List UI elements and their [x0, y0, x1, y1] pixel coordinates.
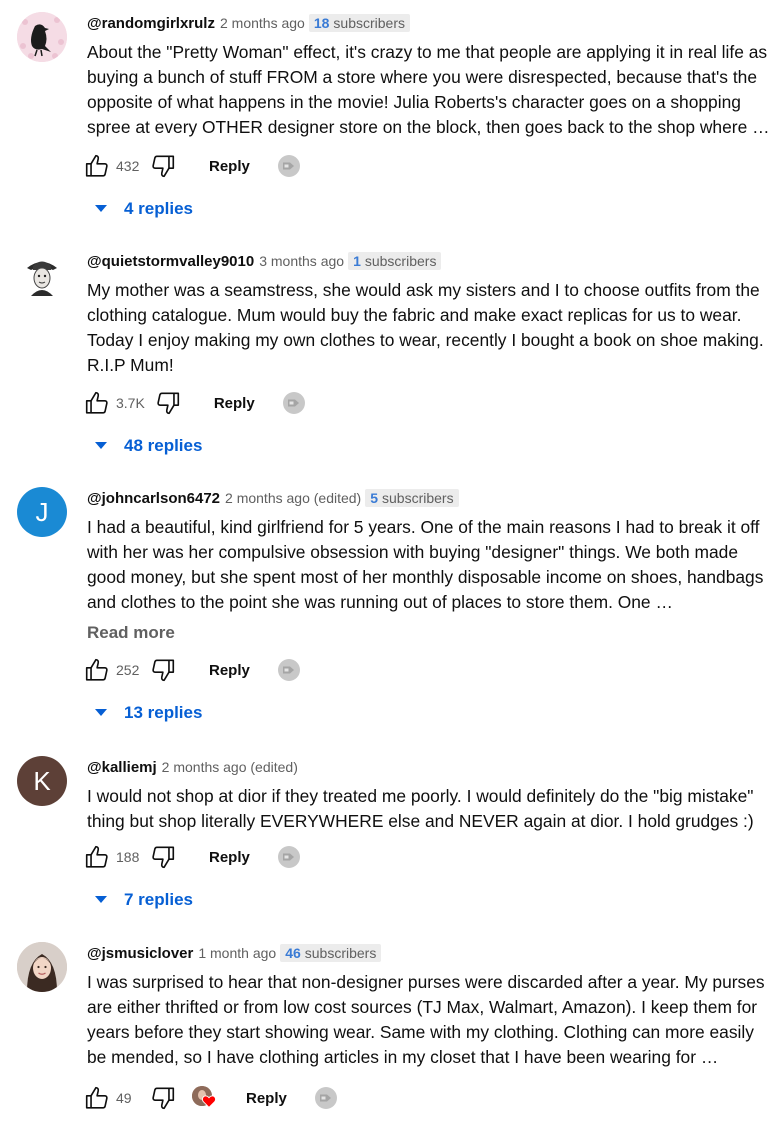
replies-label: 4 replies	[124, 199, 193, 218]
thumb-up-icon[interactable]	[84, 390, 110, 416]
comment-text: I would not shop at dior if they treated…	[87, 786, 754, 831]
avatar[interactable]	[17, 250, 67, 300]
comment-header: @randomgirlxrulz 2 months ago 18 subscrib…	[87, 12, 410, 34]
subscriber-badge: 18 subscribers	[308, 14, 410, 32]
subscriber-label: subscribers	[333, 15, 405, 31]
reply-button[interactable]: Reply	[214, 395, 255, 412]
creator-badge-icon[interactable]	[277, 154, 301, 178]
caret-down-icon	[95, 896, 107, 903]
crow-avatar-icon	[17, 12, 67, 62]
thumb-up-icon[interactable]	[84, 153, 110, 179]
thumb-down-icon[interactable]	[150, 1085, 176, 1111]
view-replies-button[interactable]: 4 replies	[94, 197, 193, 221]
creator-badge-icon[interactable]	[314, 1086, 338, 1110]
comment-text: I had a beautiful, kind girlfriend for 5…	[87, 517, 764, 612]
view-replies-button[interactable]: 7 replies	[94, 888, 193, 912]
creator-badge-icon[interactable]	[277, 845, 301, 869]
avatar[interactable]	[17, 942, 67, 992]
reply-button[interactable]: Reply	[209, 849, 250, 866]
heart-icon	[202, 1095, 216, 1108]
comment-time[interactable]: 3 months ago	[259, 253, 344, 269]
caret-down-icon	[95, 709, 107, 716]
caret-down-icon	[95, 205, 107, 212]
creator-heart-icon	[192, 1086, 218, 1110]
thumb-up-icon[interactable]	[84, 657, 110, 683]
comment-header: @johncarlson6472 2 months ago (edited) 5…	[87, 487, 459, 509]
subscriber-badge: 5 subscribers	[365, 489, 459, 507]
thumb-down-icon[interactable]	[150, 153, 176, 179]
subscriber-count: 1	[353, 253, 361, 269]
comment-text: My mother was a seamstress, she would as…	[87, 280, 764, 375]
comment-actions: 432 Reply	[84, 151, 301, 181]
replies-label: 13 replies	[124, 703, 203, 722]
like-count: 252	[116, 662, 140, 678]
comment-time[interactable]: 2 months ago (edited)	[162, 759, 298, 775]
like-count: 49	[116, 1090, 132, 1106]
caret-down-icon	[95, 442, 107, 449]
reply-button[interactable]: Reply	[246, 1090, 287, 1107]
replies-label: 48 replies	[124, 436, 203, 455]
subscriber-count: 5	[370, 490, 379, 506]
read-more-button[interactable]: Read more	[87, 623, 175, 643]
avatar-letter: J	[35, 496, 49, 527]
like-count: 188	[116, 849, 140, 865]
avatar-letter: K	[33, 765, 51, 796]
avatar[interactable]: J	[17, 487, 67, 537]
comment-time[interactable]: 1 month ago	[198, 945, 276, 961]
author-handle[interactable]: @kalliemj	[87, 759, 157, 776]
subscriber-count: 46	[285, 945, 301, 961]
comment-header: @kalliemj 2 months ago (edited)	[87, 756, 302, 778]
avatar[interactable]	[17, 12, 67, 62]
subscriber-label: subscribers	[304, 945, 377, 961]
view-replies-button[interactable]: 13 replies	[94, 701, 202, 725]
comment-time[interactable]: 2 months ago	[220, 15, 305, 31]
comment-actions: 252 Reply	[84, 655, 301, 685]
subscriber-count: 18	[313, 15, 330, 31]
comment-header: @jsmusiclover 1 month ago 46 subscribers	[87, 942, 382, 964]
view-replies-button[interactable]: 48 replies	[94, 434, 202, 458]
comment-text: I was surprised to hear that non-designe…	[87, 972, 765, 1067]
avatar[interactable]: K	[17, 756, 67, 806]
comment-time[interactable]: 2 months ago (edited)	[225, 490, 361, 506]
reply-button[interactable]: Reply	[209, 158, 250, 175]
creator-badge-icon[interactable]	[282, 391, 306, 415]
author-handle[interactable]: @johncarlson6472	[87, 490, 220, 507]
comment-text: About the "Pretty Woman" effect, it's cr…	[87, 42, 770, 137]
author-handle[interactable]: @jsmusiclover	[87, 945, 193, 962]
thumb-down-icon[interactable]	[155, 390, 181, 416]
like-count: 432	[116, 158, 140, 174]
comment-actions: 188 Reply	[84, 842, 301, 872]
thumb-down-icon[interactable]	[150, 844, 176, 870]
subscriber-label: subscribers	[382, 490, 454, 506]
comment-actions: 49 Reply	[84, 1083, 338, 1113]
comment-header: @quietstormvalley9010 3 months ago 1 subs…	[87, 250, 442, 272]
subscriber-label: subscribers	[364, 253, 437, 269]
subscriber-badge: 1 subscribers	[348, 252, 442, 270]
author-handle[interactable]: @quietstormvalley9010	[87, 253, 254, 270]
like-count: 3.7K	[116, 395, 145, 411]
thumb-down-icon[interactable]	[150, 657, 176, 683]
creator-badge-icon[interactable]	[277, 658, 301, 682]
thumb-up-icon[interactable]	[84, 1085, 110, 1111]
subscriber-badge: 46 subscribers	[280, 944, 382, 962]
replies-label: 7 replies	[124, 890, 193, 909]
thumb-up-icon[interactable]	[84, 844, 110, 870]
reply-button[interactable]: Reply	[209, 662, 250, 679]
author-handle[interactable]: @randomgirlxrulz	[87, 15, 215, 32]
woman-hat-avatar-icon	[27, 261, 57, 296]
comment-actions: 3.7K Reply	[84, 388, 306, 418]
woman-portrait-avatar-icon	[17, 942, 67, 992]
